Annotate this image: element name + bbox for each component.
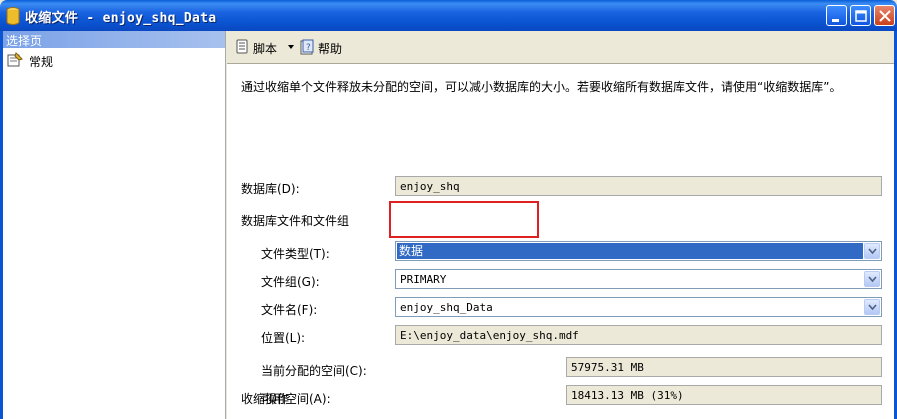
- minimize-icon: [832, 19, 839, 22]
- file-type-dropdown-button[interactable]: [864, 243, 880, 259]
- filegroup-select[interactable]: PRIMARY: [395, 269, 882, 289]
- highlight-box: [389, 201, 539, 238]
- nav-item-label: 常规: [29, 55, 54, 69]
- filegroup-label: 文件组(G):: [261, 275, 320, 289]
- filegroup-dropdown-button[interactable]: [864, 271, 880, 287]
- files-section-heading: 数据库文件和文件组: [241, 214, 350, 228]
- shrink-section-heading: 收缩操作: [241, 392, 290, 406]
- window-title: 收缩文件 - enjoy_shq_Data: [25, 11, 217, 26]
- database-icon: [6, 7, 20, 25]
- script-label: 脚本: [253, 42, 278, 56]
- file-type-label: 文件类型(T):: [261, 247, 330, 261]
- database-label: 数据库(D):: [241, 182, 300, 196]
- chevron-down-icon: [868, 276, 877, 283]
- available-space-field: 18413.13 MB (31%): [566, 385, 882, 405]
- chevron-down-icon: [868, 248, 877, 255]
- location-label: 位置(L):: [261, 331, 306, 345]
- title-bar[interactable]: 收缩文件 - enjoy_shq_Data: [0, 0, 897, 31]
- description-text: 通过收缩单个文件释放未分配的空间，可以减小数据库的大小。若要收缩所有数据库文件，…: [241, 80, 842, 94]
- script-icon: [236, 39, 248, 54]
- chevron-down-icon: [868, 304, 877, 311]
- general-page-icon: [7, 52, 23, 67]
- filename-select[interactable]: enjoy_shq_Data: [395, 297, 882, 317]
- toolbar: 脚本 ? 帮助: [227, 31, 894, 63]
- allocated-space-field: 57975.31 MB: [566, 357, 882, 377]
- main-pane: 脚本 ? 帮助 通过收缩单个文件释放未分配的空间，可以减小数据库的大小。若要收缩…: [227, 31, 897, 419]
- location-field: E:\enjoy_data\enjoy_shq.mdf: [395, 325, 882, 345]
- filename-value: enjoy_shq_Data: [400, 301, 493, 314]
- svg-text:?: ?: [306, 43, 311, 53]
- select-page-header: 选择页: [3, 31, 225, 48]
- content-area: 通过收缩单个文件释放未分配的空间，可以减小数据库的大小。若要收缩所有数据库文件，…: [227, 63, 894, 419]
- filename-label: 文件名(F):: [261, 303, 318, 317]
- file-type-value: 数据: [397, 243, 863, 259]
- filegroup-value: PRIMARY: [400, 273, 447, 286]
- maximize-button[interactable]: [850, 5, 871, 26]
- filename-dropdown-button[interactable]: [864, 299, 880, 315]
- help-label: 帮助: [318, 42, 343, 56]
- file-type-select[interactable]: 数据: [395, 241, 882, 261]
- chevron-down-icon[interactable]: [288, 45, 294, 49]
- close-icon: [879, 10, 891, 22]
- database-field: enjoy_shq: [395, 176, 882, 196]
- maximize-icon: [855, 10, 867, 22]
- select-page-pane: 选择页 常规: [0, 31, 226, 419]
- close-button[interactable]: [874, 5, 895, 26]
- minimize-button[interactable]: [826, 5, 847, 26]
- allocated-space-label: 当前分配的空间(C):: [261, 364, 367, 378]
- help-icon: ?: [300, 39, 314, 55]
